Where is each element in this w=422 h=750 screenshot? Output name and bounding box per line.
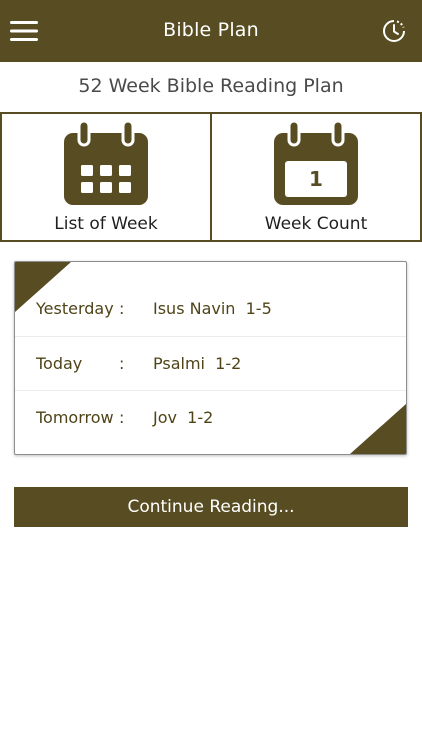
calendar-count-icon: 1 <box>274 119 358 205</box>
week-count-label: Week Count <box>264 214 368 234</box>
reading-day-label: Tomorrow <box>36 408 114 427</box>
continue-reading-button[interactable]: Continue Reading... <box>14 487 408 527</box>
reading-row-today[interactable]: Today : Psalmi 1-2 <box>15 336 406 391</box>
reading-colon: : <box>119 354 125 373</box>
reading-passage: Psalmi 1-2 <box>153 354 242 373</box>
reading-day-label: Today <box>36 354 83 373</box>
week-count-value: 1 <box>309 167 323 191</box>
tile-row: List of Week 1 Week Count <box>0 112 422 242</box>
reading-passage: Isus Navin 1-5 <box>153 299 272 318</box>
reading-day-label: Yesterday <box>36 299 114 318</box>
calendar-grid-icon <box>64 119 148 205</box>
app-header: Bible Plan <box>0 0 422 62</box>
week-count-tile[interactable]: 1 Week Count <box>212 112 422 242</box>
history-button[interactable] <box>378 15 410 47</box>
plan-title: 52 Week Bible Reading Plan <box>78 75 344 97</box>
reading-row-tomorrow[interactable]: Tomorrow : Jov 1-2 <box>15 390 406 445</box>
reading-schedule-card: Yesterday : Isus Navin 1-5 Today : Psalm… <box>14 261 407 455</box>
reading-passage: Jov 1-2 <box>153 408 214 427</box>
reading-colon: : <box>119 299 125 318</box>
header-title: Bible Plan <box>163 19 259 41</box>
clock-history-icon <box>383 20 405 42</box>
list-of-week-label: List of Week <box>54 214 158 234</box>
app-screen: Bible Plan 52 Week Bible Reading Plan Li… <box>0 0 422 750</box>
reading-colon: : <box>119 408 125 427</box>
list-of-week-tile[interactable]: List of Week <box>0 112 212 242</box>
reading-row-yesterday[interactable]: Yesterday : Isus Navin 1-5 <box>15 282 406 336</box>
